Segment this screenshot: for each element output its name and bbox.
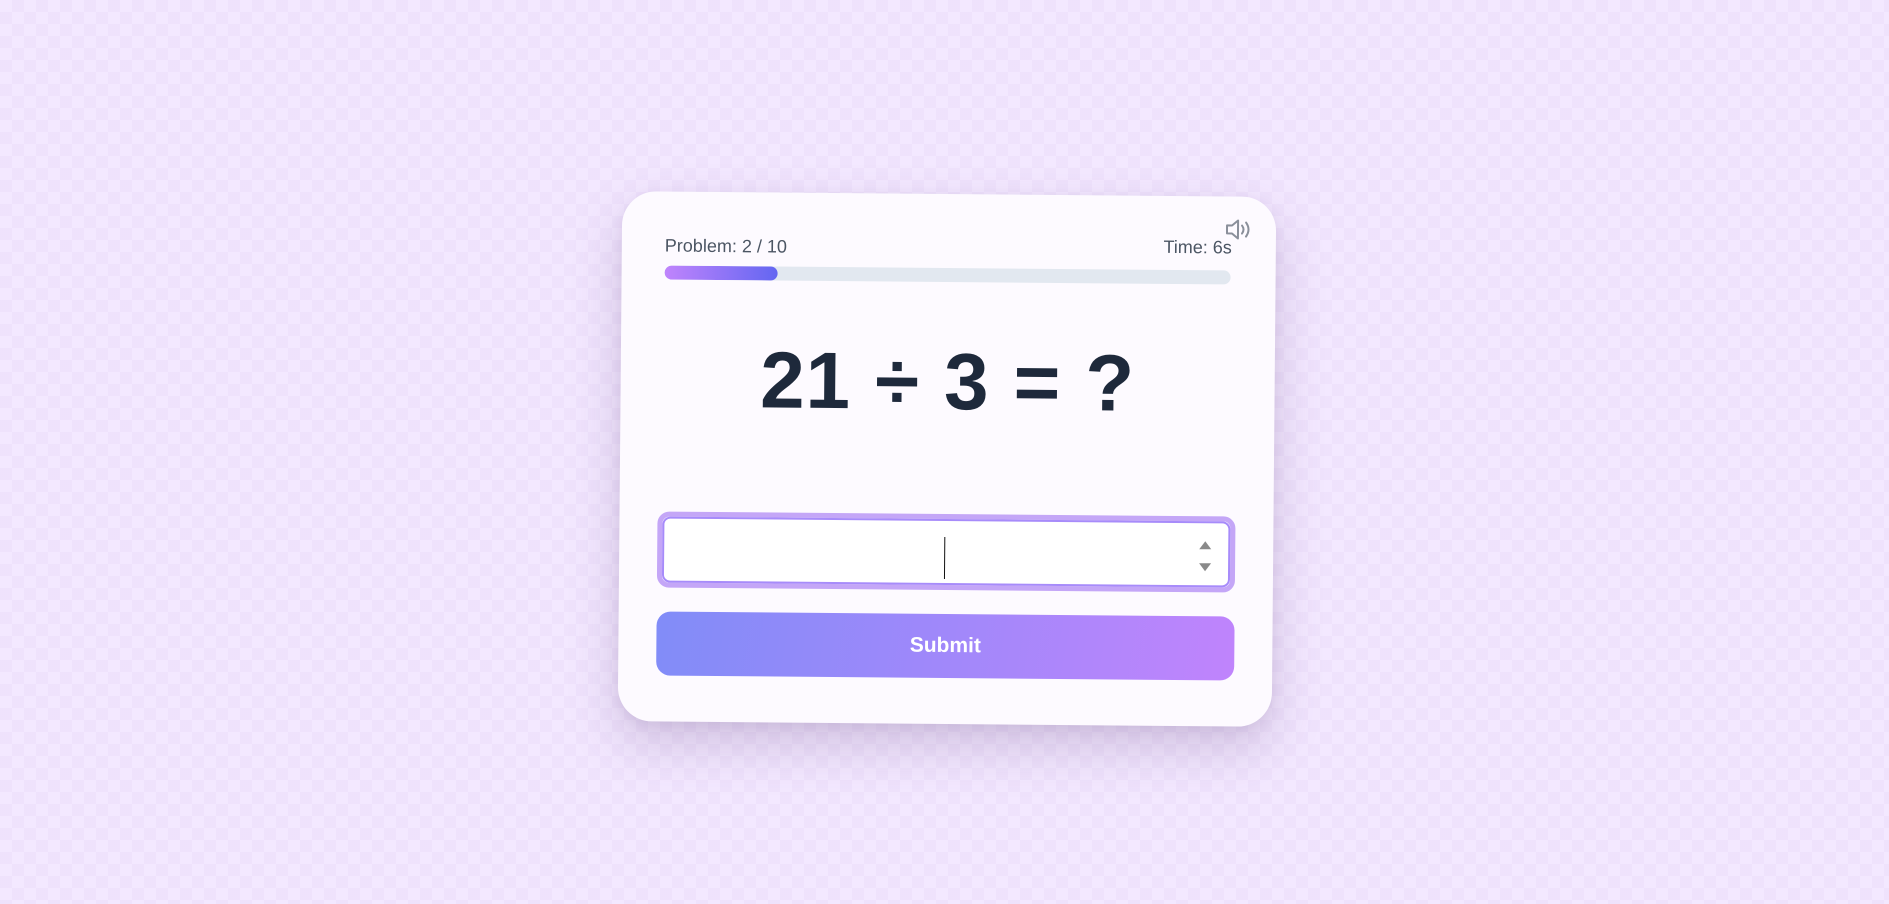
timer-label: Time: 6s [1163,236,1232,258]
right-operand: 3 [943,336,990,427]
progress-bar [664,265,1231,285]
progress-bar-fill [664,265,778,281]
decrement-arrow-icon[interactable] [1199,563,1212,572]
answer-field-wrapper [656,511,1236,593]
answer-input[interactable] [661,516,1231,588]
submit-button[interactable]: Submit [656,611,1235,681]
unknown-mark: ? [1084,338,1136,428]
operator-symbol: ÷ [874,336,921,426]
increment-arrow-icon[interactable] [1199,541,1212,550]
math-equation: 21 ÷ 3 =? [620,333,1275,431]
quiz-card: Problem: 2 / 10 Time: 6s 21 ÷ 3 =? Submit [617,191,1277,727]
number-spinner[interactable] [1198,541,1212,577]
left-operand: 21 [759,335,852,426]
equals-sign: = [1013,337,1062,427]
problem-counter: Problem: 2 / 10 [664,235,787,257]
